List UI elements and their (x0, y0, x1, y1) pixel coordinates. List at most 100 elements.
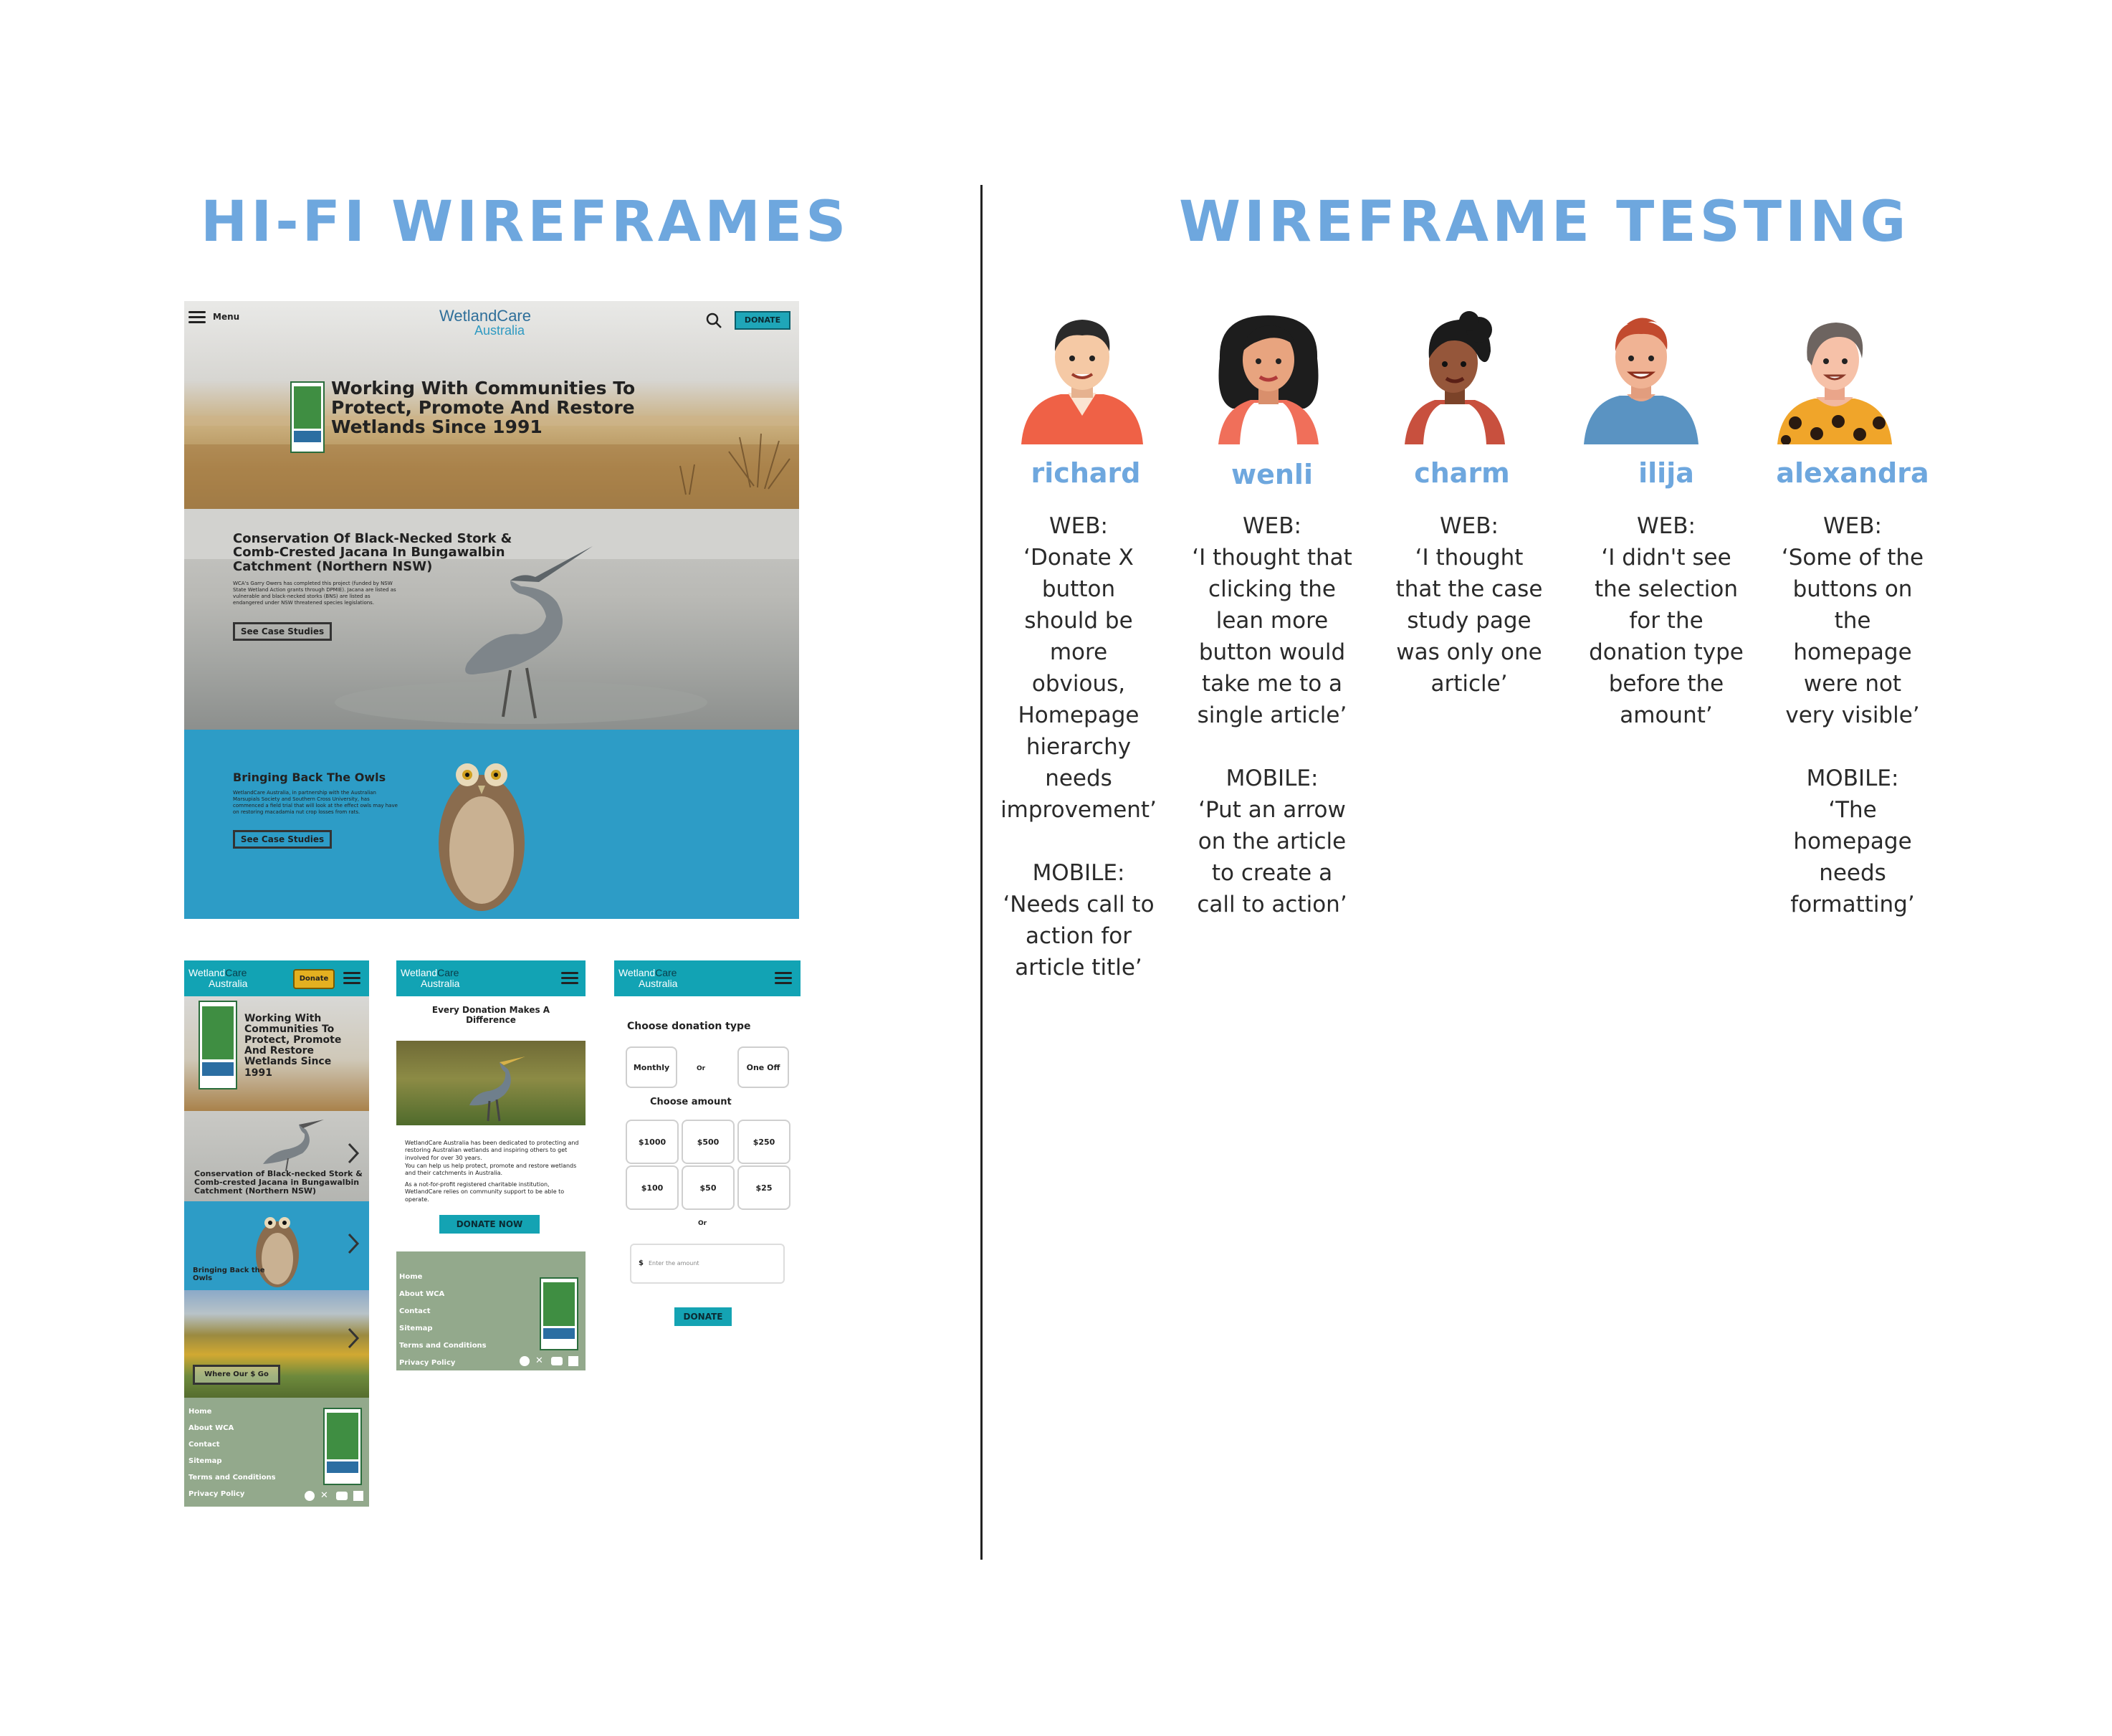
desktop-navbar: Menu WetlandCare Australia DONATE (184, 301, 799, 341)
donate-submit-button[interactable]: DONATE (674, 1307, 732, 1326)
mobile-owl-card[interactable]: Bringing Back the Owls (184, 1201, 369, 1290)
avatar-charm (1405, 311, 1505, 444)
persona-name-wenli: wenli (1231, 459, 1313, 490)
heron-photo (396, 1041, 586, 1125)
youtube-icon[interactable] (551, 1357, 563, 1365)
mobile-donate-info-wireframe: WetlandCare Australia Every Donation Mak… (396, 960, 586, 1370)
mobile-home-logo[interactable]: WetlandCare Australia (188, 968, 247, 988)
footer-link-privacy[interactable]: Privacy Policy (399, 1359, 455, 1367)
footer-link-terms[interactable]: Terms and Conditions (399, 1342, 487, 1350)
persona-name-alexandra: alexandra (1776, 457, 1929, 489)
footer-link-privacy[interactable]: Privacy Policy (188, 1490, 244, 1498)
logo-line-2: Australia (474, 323, 525, 338)
avatar-alexandra (1777, 323, 1892, 444)
mobile-owl-title: Bringing Back the Owls (193, 1267, 265, 1282)
mobile-donate-info-logo[interactable]: WetlandCare Australia (401, 968, 459, 988)
mobile-donate-info-footer: Home About WCA Contact Sitemap Terms and… (396, 1251, 586, 1370)
stork-article-title[interactable]: Conservation Of Black-Necked Stork & Com… (233, 532, 520, 573)
footer-link-sitemap[interactable]: Sitemap (399, 1325, 433, 1332)
amount-option[interactable]: $100 (626, 1165, 679, 1210)
mobile-hero: Working With Communities To Protect, Pro… (184, 996, 369, 1111)
monthly-option[interactable]: Monthly (626, 1046, 677, 1088)
footer-link-contact[interactable]: Contact (399, 1307, 431, 1315)
mobile-wetland-card[interactable]: Where Our $ Go (184, 1290, 369, 1398)
mobile-stork-photo (263, 1120, 324, 1171)
right-section-title: WIREFRAME TESTING (1179, 190, 1910, 254)
desktop-hero: Menu WetlandCare Australia DONATE Workin… (184, 301, 799, 509)
footer-link-home[interactable]: Home (188, 1408, 211, 1416)
custom-amount-field[interactable]: $ Enter the amount (630, 1244, 785, 1284)
stork-case-studies-button[interactable]: See Case Studies (233, 622, 332, 641)
one-off-option[interactable]: One Off (737, 1046, 789, 1088)
menu-icon[interactable] (188, 311, 206, 324)
x-icon[interactable]: ✕ (320, 1491, 330, 1501)
footer-link-about[interactable]: About WCA (399, 1290, 444, 1298)
stork-article: Conservation Of Black-Necked Stork & Com… (184, 509, 799, 730)
mobile-donate-form-logo[interactable]: WetlandCare Australia (618, 968, 677, 988)
search-icon[interactable] (705, 312, 722, 329)
mobile-donate-info-navbar: WetlandCare Australia (396, 960, 586, 996)
x-icon[interactable]: ✕ (535, 1356, 545, 1366)
amount-option[interactable]: $1000 (626, 1120, 679, 1164)
mobile-menu-icon[interactable] (775, 972, 792, 985)
persona-name-ilija: ilija (1638, 457, 1694, 489)
mobile-menu-icon[interactable] (343, 972, 360, 985)
menu-label[interactable]: Menu (213, 312, 239, 322)
footer-link-about[interactable]: About WCA (188, 1424, 234, 1432)
mobile-stork-card[interactable]: Conservation of Black-necked Stork & Com… (184, 1111, 369, 1201)
facebook-icon[interactable] (520, 1356, 530, 1366)
social-icons: ✕ (305, 1491, 366, 1502)
mobile-menu-icon[interactable] (561, 972, 578, 985)
mobile-hero-badge (199, 1001, 237, 1089)
persona-quote-richard: WEB: ‘Donate X button should be more obv… (1000, 513, 1157, 981)
persona-quote-alexandra: WEB: ‘Some of the buttons on the homepag… (1781, 513, 1924, 917)
donation-para-2: You can help us help protect, promote an… (405, 1163, 577, 1177)
footer-link-contact[interactable]: Contact (188, 1441, 220, 1449)
section-divider (980, 185, 983, 1560)
chevron-right-icon[interactable] (346, 1233, 360, 1254)
donation-heading: Every Donation Makes A Difference (431, 1005, 550, 1026)
mobile-donate-form-navbar: WetlandCare Australia (614, 960, 801, 996)
mobile-donate-button[interactable]: Donate (293, 969, 335, 989)
footer-link-sitemap[interactable]: Sitemap (188, 1457, 222, 1465)
donation-type-heading: Choose donation type (627, 1021, 751, 1032)
owl-article-title[interactable]: Bringing Back The Owls (233, 771, 448, 784)
mobile-donate-form-wireframe: WetlandCare Australia Choose donation ty… (614, 960, 801, 1340)
amount-option[interactable]: $50 (682, 1165, 735, 1210)
or-separator-2: Or (698, 1220, 707, 1227)
amount-option[interactable]: $250 (737, 1120, 790, 1164)
hero-title: Working With Communities To Protect, Pro… (331, 378, 636, 437)
logo-line-1: WetlandCare (439, 307, 531, 325)
amount-option[interactable]: $500 (682, 1120, 735, 1164)
site-logo[interactable]: WetlandCare Australia (428, 307, 543, 338)
footer-badge (540, 1277, 578, 1350)
amount-heading: Choose amount (650, 1097, 732, 1107)
owl-case-studies-button[interactable]: See Case Studies (233, 830, 332, 849)
linkedin-icon[interactable] (568, 1356, 578, 1366)
currency-symbol: $ (639, 1259, 644, 1267)
avatar-richard (1021, 320, 1143, 444)
avatar-wenli (1218, 315, 1319, 444)
mobile-home-footer: Home About WCA Contact Sitemap Terms and… (184, 1398, 369, 1507)
donate-button[interactable]: DONATE (735, 311, 790, 330)
chevron-right-icon[interactable] (346, 1143, 360, 1164)
youtube-icon[interactable] (336, 1492, 348, 1500)
chevron-right-icon[interactable] (346, 1327, 360, 1349)
footer-link-terms[interactable]: Terms and Conditions (188, 1474, 276, 1482)
where-our-money-goes-button[interactable]: Where Our $ Go (193, 1365, 280, 1385)
stork-article-body: WCA's Garry Owers has completed this pro… (233, 581, 396, 606)
facebook-icon[interactable] (305, 1491, 315, 1501)
social-icons: ✕ (520, 1356, 584, 1368)
owl-article-body: WetlandCare Australia, in partnership wi… (233, 790, 398, 816)
persona-name-richard: richard (1031, 457, 1141, 489)
left-section-title: HI-FI WIREFRAMES (201, 190, 850, 254)
amount-option[interactable]: $25 (737, 1165, 790, 1210)
footer-link-home[interactable]: Home (399, 1273, 422, 1281)
donate-now-button[interactable]: DONATE NOW (439, 1215, 540, 1234)
mobile-home-navbar: WetlandCare Australia Donate (184, 960, 369, 996)
avatar-ilija (1584, 318, 1698, 444)
mobile-stork-title: Conservation of Black-necked Stork & Com… (194, 1169, 363, 1196)
desktop-wireframe: Menu WetlandCare Australia DONATE Workin… (184, 301, 799, 919)
mobile-hero-title: Working With Communities To Protect, Pro… (244, 1013, 342, 1079)
linkedin-icon[interactable] (353, 1491, 363, 1501)
